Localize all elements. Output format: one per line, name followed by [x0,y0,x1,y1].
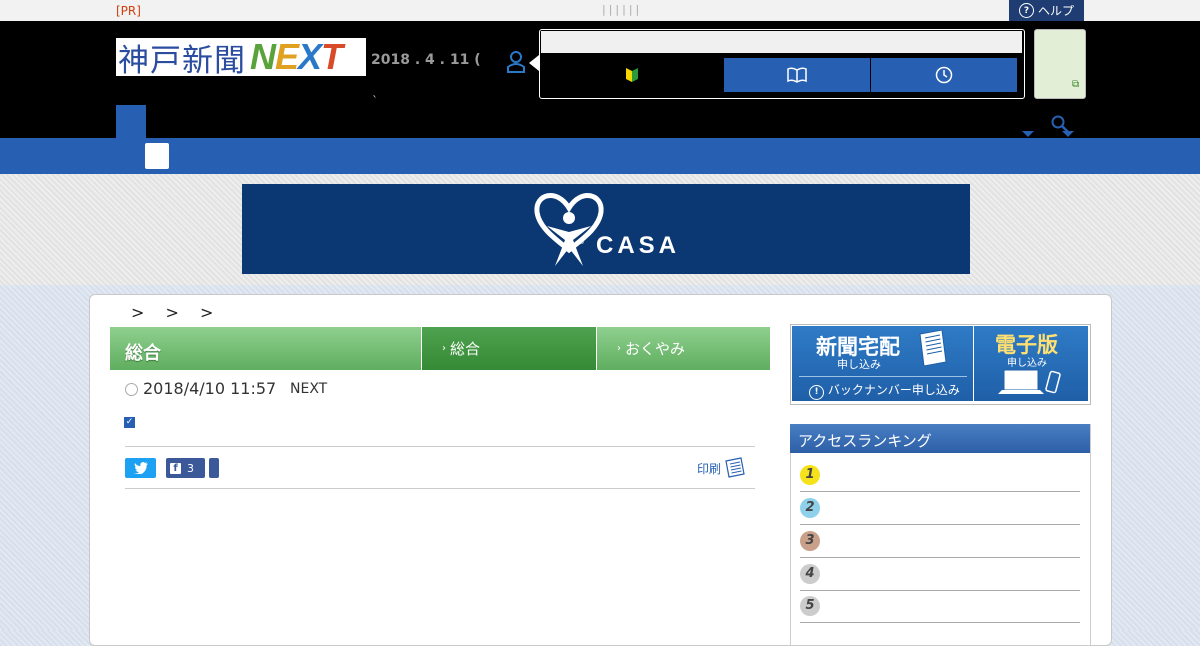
breadcrumb[interactable]: > > > [131,303,221,322]
logo-next: NEXT [250,36,343,77]
tab-history[interactable] [871,58,1017,92]
chevron-down-icon[interactable] [1062,131,1074,137]
book-icon [787,67,807,83]
beginner-mark-icon [625,68,638,82]
ranking-item[interactable]: 3 [800,525,1080,558]
main-nav [0,138,1200,174]
tab-sogo[interactable]: › 総合 [421,327,596,370]
external-link-icon: ⧉ [1072,79,1080,90]
header-date-tick: ` [372,94,378,108]
pr-separators: |||||| [602,3,643,16]
ranking-item[interactable]: 5 [800,590,1080,623]
info-icon: ! [809,385,824,400]
tab-label: おくやみ [625,340,686,358]
ad-banner[interactable] [242,184,970,274]
casa-wordmark: CASA [596,232,681,259]
rank-badge: 1 [800,465,820,485]
backnumber-label: バックナンバー申し込み [827,383,960,397]
section-title: 総合 [125,343,161,364]
clock-icon [125,383,138,396]
nav-home-tab[interactable] [116,105,146,138]
backnumber-link[interactable]: ! バックナンバー申し込み [809,381,960,400]
rank-badge: 2 [800,498,820,518]
facebook-count: 3 [187,461,194,475]
divider [125,446,755,447]
site-logo[interactable]: 神戸新聞 NEXT [116,36,366,79]
user-icon[interactable] [506,50,526,74]
twitter-icon [133,462,148,474]
chevron-right-icon: › [442,343,446,354]
help-label: ヘルプ [1037,4,1074,18]
rank-badge: 3 [800,531,820,551]
delivery-sub-label: 申し込み [837,358,881,371]
panel-pointer [529,55,539,71]
print-button[interactable]: 印刷 [697,460,721,477]
article-checkbox[interactable]: ✓ [124,417,135,428]
divider [799,376,967,377]
newspaper-icon [919,330,947,367]
ranking-item[interactable]: 2 [800,492,1080,525]
ranking-item[interactable]: 1 [800,459,1080,492]
clock-icon [935,66,953,84]
casa-registered: ® [578,238,585,246]
tab-backnumber[interactable] [724,58,870,92]
logo-text: 神戸新聞 [118,42,246,79]
pr-label[interactable]: [PR] [116,4,141,18]
casa-heart-logo [534,193,604,266]
nav-home-button[interactable] [145,143,169,169]
chevron-right-icon: › [617,343,621,354]
rank-badge: 4 [800,564,820,584]
print-icon[interactable] [724,457,746,479]
digital-sub-label: 申し込み [1007,358,1047,369]
help-button[interactable]: ? ヘルプ [1009,0,1084,21]
article-timestamp: 2018/4/10 11:57 [143,379,277,398]
ranking-item[interactable]: 4 [800,558,1080,591]
laptop-phone-icon [998,369,1061,394]
bookmark-share-button[interactable] [209,458,219,478]
tab-okuyami[interactable]: › おくやみ [596,327,770,370]
chevron-down-icon[interactable] [1022,131,1034,137]
article-source: NEXT [290,381,328,397]
facebook-icon: f [170,462,181,474]
ranking-title: アクセスランキング [798,432,932,450]
twitter-share-button[interactable] [125,458,156,478]
help-icon: ? [1018,3,1034,18]
facebook-share-button[interactable]: f 3 [166,458,205,478]
tab-label: 総合 [450,340,481,358]
divider [125,488,755,489]
tab-beginner[interactable] [541,58,722,92]
panel-search-field[interactable] [541,31,1022,53]
rank-badge: 5 [800,596,820,616]
header-date: 2018 . 4 . 11 ( [371,52,481,68]
